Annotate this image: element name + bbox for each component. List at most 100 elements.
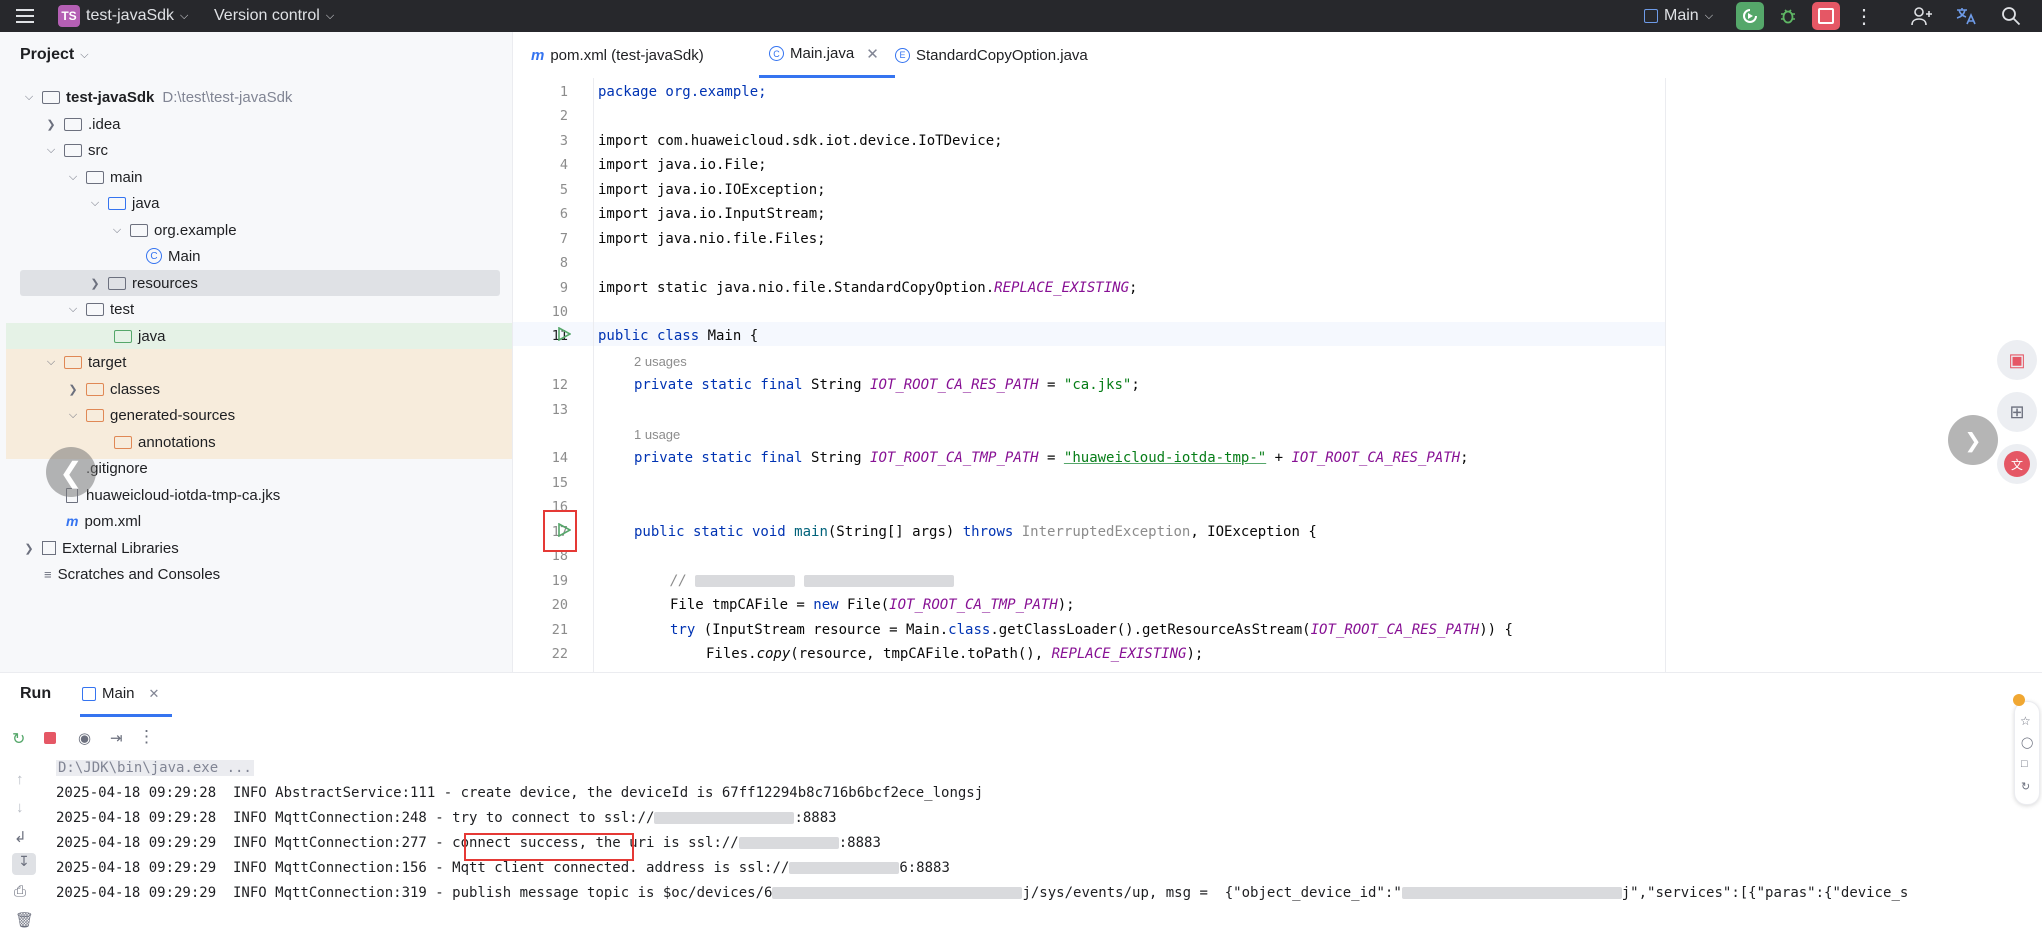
next-image-button[interactable]: ❯ [1948, 415, 1998, 465]
scroll-up-button[interactable]: ↑ [16, 771, 24, 788]
tree-node-resources[interactable]: ❯ resources [6, 270, 582, 296]
soft-wrap-button[interactable]: ↲ [14, 828, 27, 846]
previous-image-button[interactable]: ❮ [46, 447, 96, 497]
code-line-17: public static void main(String[] args) t… [634, 524, 1317, 540]
code-text: ; [1129, 280, 1138, 296]
tree-node-generated-sources[interactable]: ⌵ generated-sources [6, 402, 560, 428]
tree-node-main-java[interactable]: ⌵ java [6, 190, 582, 216]
scroll-down-button[interactable]: ↓ [16, 799, 24, 816]
run-config-selector[interactable]: Main ⌵ [1644, 0, 1713, 32]
line-number: 2 [559, 108, 568, 124]
translate-button[interactable] [1952, 2, 1980, 30]
more-actions-button[interactable]: ⋮ [1850, 2, 1878, 30]
code-text: ); [1186, 646, 1204, 662]
code-line-4: import java.io.File; [598, 157, 767, 173]
tree-node-root[interactable]: ⌵ test-javaSdk D:\test\test-javaSdk [6, 84, 516, 110]
tree-node-label: huaweicloud-iotda-tmp-ca.jks [86, 486, 281, 504]
printer-icon: ⎙ [14, 883, 27, 900]
chevron-right-icon: ❯ [24, 542, 34, 555]
chevron-down-icon: ⌵ [24, 90, 34, 103]
code-line-9: import static java.nio.file.StandardCopy… [598, 280, 1137, 296]
usages-hint[interactable]: 1 usage [634, 427, 680, 442]
close-icon[interactable]: ✕ [149, 686, 160, 702]
grid-plus-icon: ⊞ [2009, 401, 2025, 422]
chevron-right-icon: ❯ [68, 383, 78, 396]
star-icon[interactable]: ☆ [2020, 714, 2031, 728]
code-text: = [1038, 377, 1064, 393]
code-keyword: public static void [634, 524, 795, 540]
code-editor[interactable]: 1 2 3 4 5 6 7 8 9 10 11 12 13 14 15 16 1… [513, 78, 2042, 672]
code-const: IOT_ROOT_CA_RES_PATH [1291, 450, 1461, 466]
refresh-icon[interactable]: ↻ [2021, 780, 2030, 793]
code-string: "ca.jks" [1063, 377, 1132, 393]
code-text: Files. [706, 646, 757, 662]
project-panel-header[interactable]: Project ⌵ [20, 46, 89, 64]
main-menu-button[interactable] [16, 0, 36, 32]
history-icon[interactable]: ◯ [2021, 736, 2033, 749]
floating-assistant-toolbar[interactable]: ☆ ◯ □ ↻ [2013, 694, 2040, 805]
code-line-14: private static final String IOT_ROOT_CA_… [634, 450, 1469, 466]
tab-main-java[interactable]: C Main.java ✕ [759, 32, 895, 78]
tab-standard-copy-option[interactable]: E StandardCopyOption.java [895, 32, 1088, 78]
tab-pom-xml[interactable]: m pom.xml (test-javaSdk) [531, 32, 704, 78]
log-text: j/sys/events/up, msg = {"object_device_i… [1022, 885, 1402, 901]
tree-node-pom[interactable]: m pom.xml [6, 508, 560, 534]
tree-node-label: test [110, 300, 135, 318]
gift-button[interactable]: ▣ [1997, 340, 2037, 380]
code-text: package org.example; [598, 84, 767, 100]
line-number: 13 [551, 402, 568, 418]
more-vertical-icon: ⋮ [1854, 5, 1874, 28]
tree-node-target[interactable]: ⌵ target [6, 349, 538, 375]
vcs-menu[interactable]: Version control ⌵ [214, 0, 334, 32]
search-button[interactable] [1997, 2, 2025, 30]
code-text: File( [847, 597, 890, 613]
screenshot-button[interactable]: ◉ [78, 729, 91, 747]
close-icon[interactable]: ✕ [866, 45, 879, 63]
excluded-folder-icon [64, 355, 82, 369]
exit-icon: ⇥ [110, 730, 123, 747]
resources-folder-icon [108, 276, 126, 290]
tree-node-scratches[interactable]: ≡ Scratches and Consoles [6, 561, 538, 587]
tree-node-test[interactable]: ⌵ test [6, 296, 560, 322]
usages-hint[interactable]: 2 usages [634, 354, 687, 369]
redacted-text [789, 862, 900, 874]
test-folder-icon [114, 329, 132, 343]
print-button[interactable]: ⎙ [14, 883, 26, 900]
tree-node-classes[interactable]: ❯ classes [6, 376, 560, 402]
apps-button[interactable]: ⊞ [1997, 392, 2037, 432]
translate-side-button[interactable]: 文 [1997, 444, 2037, 484]
exit-button[interactable]: ⇥ [110, 729, 123, 747]
class-icon: C [769, 46, 784, 61]
project-switcher[interactable]: TS test-javaSdk ⌵ [58, 0, 188, 32]
code-keyword: private static final [634, 450, 812, 466]
tree-node-main[interactable]: ⌵ main [6, 164, 560, 190]
code-const: IOT_ROOT_CA_TMP_PATH [889, 597, 1058, 613]
gift-icon: ▣ [2008, 349, 2026, 370]
stop-button[interactable] [44, 732, 56, 744]
clear-button[interactable]: 🗑 [15, 911, 34, 929]
redacted-text [695, 575, 796, 587]
rerun-button[interactable] [1736, 2, 1764, 30]
tree-node-src[interactable]: ⌵ src [6, 137, 538, 163]
tree-node-external-libraries[interactable]: ❯ External Libraries [6, 535, 516, 561]
scroll-to-end-button[interactable]: ↧ [12, 853, 36, 875]
add-user-button[interactable] [1908, 2, 1936, 30]
tree-node-idea[interactable]: ❯ .idea [6, 111, 538, 137]
debug-button[interactable] [1774, 2, 1802, 30]
code-keyword: throws [962, 524, 1022, 540]
log-text: :8883 [838, 835, 881, 851]
stop-button[interactable] [1812, 2, 1840, 30]
redacted-text [772, 887, 1023, 899]
rerun-button[interactable]: ↻ [12, 729, 25, 749]
project-panel-title: Project [20, 46, 75, 63]
excluded-folder-icon [86, 408, 104, 422]
comment-icon[interactable]: □ [2021, 758, 2028, 770]
more-actions-button[interactable]: ⋮ [138, 727, 155, 747]
chevron-right-icon: ❯ [1964, 423, 1982, 457]
play-icon [558, 326, 572, 342]
code-text: + [1266, 450, 1292, 466]
run-tab-main[interactable]: Main ✕ [80, 673, 172, 717]
code-line-5: import java.io.IOException; [598, 182, 826, 198]
chevron-down-icon: ⌵ [68, 170, 78, 183]
run-class-gutter-button[interactable] [557, 326, 572, 345]
